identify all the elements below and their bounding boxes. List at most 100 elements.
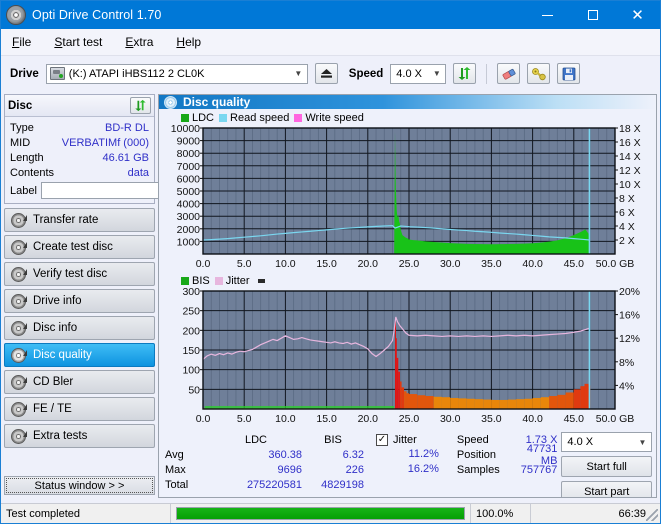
stats-total-bis: 4829198	[302, 479, 364, 491]
eject-button[interactable]	[315, 63, 338, 84]
stats-label-total: Total	[165, 479, 210, 491]
jitter-avg-value: 11.2%	[376, 447, 451, 462]
disc-type-value: BD-R DL	[105, 122, 149, 134]
disc-refresh-button[interactable]	[130, 97, 151, 114]
start-part-button[interactable]: Start part	[561, 481, 652, 498]
sidebar-item-label: Extra tests	[33, 430, 87, 442]
menu-start-test[interactable]: Start test	[52, 33, 104, 51]
disc-panel-header: Disc	[5, 95, 154, 117]
samples-label: Samples	[457, 464, 510, 476]
sidebar: Disc Type BD-R DL MID V	[1, 91, 158, 498]
check-icon: ✓	[378, 435, 386, 445]
sidebar-item-label: Verify test disc	[33, 268, 107, 280]
svg-text:7000: 7000	[177, 161, 201, 173]
sidebar-item-label: Transfer rate	[33, 214, 98, 226]
keys-icon	[531, 67, 547, 81]
stats-table: LDC BIS Avg 360.38 6.32 Max 9696 226 T	[165, 432, 364, 492]
sidebar-item-create-test-disc[interactable]: Create test disc	[4, 235, 155, 259]
svg-text:5000: 5000	[177, 186, 201, 198]
eraser-icon	[501, 67, 517, 81]
svg-text:30.0: 30.0	[440, 258, 461, 270]
svg-text:2 X: 2 X	[619, 235, 635, 247]
toolbar-divider	[486, 64, 487, 84]
menu-help-text: elp	[185, 35, 201, 49]
sidebar-spacer	[4, 448, 155, 472]
status-window-button[interactable]: Status window > >	[4, 476, 155, 495]
jitter-column: ✓ Jitter 11.2% 16.2%	[376, 432, 451, 477]
menu-help[interactable]: Help	[174, 33, 203, 51]
svg-text:0.0: 0.0	[196, 258, 211, 270]
sidebar-item-drive-info[interactable]: Drive info	[4, 289, 155, 313]
position-label: Position	[457, 449, 510, 461]
bis-chart-wrap: BIS Jitter 3002502001501005020%16%12%8%4…	[159, 272, 656, 427]
statistics-panel: LDC BIS Avg 360.38 6.32 Max 9696 226 T	[159, 427, 656, 498]
sidebar-item-fe-te[interactable]: FE / TE	[4, 397, 155, 421]
legend-write-speed: Write speed	[294, 112, 364, 124]
elapsed-time: 66:39	[531, 504, 660, 524]
drive-select[interactable]: (K:) ATAPI iHBS112 2 CL0K ▼	[46, 64, 308, 84]
menu-file[interactable]: FFileile	[10, 33, 33, 51]
ldc-chart[interactable]: 1000090008000700060005000400030002000100…	[159, 124, 655, 272]
disc-length-value: 46.61 GB	[103, 152, 149, 164]
application-window: Opti Drive Control 1.70 ✕ FFileile Start…	[0, 0, 661, 524]
svg-text:9000: 9000	[177, 136, 201, 148]
keys-button[interactable]	[527, 63, 550, 84]
speed-select[interactable]: 4.0 X ▼	[390, 64, 446, 84]
toolbar: Drive (K:) ATAPI iHBS112 2 CL0K ▼ Speed …	[1, 56, 660, 91]
resize-grip[interactable]	[646, 509, 658, 521]
erase-button[interactable]	[497, 63, 520, 84]
jitter-checkbox[interactable]: ✓	[376, 434, 388, 446]
sidebar-item-disc-info[interactable]: Disc info	[4, 316, 155, 340]
jitter-max-value: 16.2%	[376, 462, 451, 477]
sidebar-item-disc-quality[interactable]: Disc quality	[4, 343, 155, 367]
svg-text:150: 150	[182, 345, 200, 357]
menu-start-test-text: tart test	[62, 35, 102, 49]
drive-select-value: (K:) ATAPI iHBS112 2 CL0K	[69, 68, 205, 80]
chevron-down-icon: ▼	[290, 65, 307, 83]
svg-text:10000: 10000	[171, 124, 200, 135]
start-full-button[interactable]: Start full	[561, 456, 652, 477]
legend-label-read-speed: Read speed	[230, 112, 289, 124]
stats-max-bis: 226	[302, 464, 364, 476]
menu-bar: FFileile Start test Extra Help	[1, 29, 660, 56]
minimize-button[interactable]	[525, 1, 570, 29]
maximize-button[interactable]	[570, 1, 615, 29]
legend-swatch-jitter	[215, 277, 223, 285]
svg-text:4000: 4000	[177, 199, 201, 211]
bis-chart-legend: BIS Jitter	[159, 274, 656, 287]
svg-text:12%: 12%	[619, 333, 640, 345]
svg-text:14 X: 14 X	[619, 151, 641, 163]
samples-row: Samples 757767	[457, 462, 562, 477]
refresh-icon	[134, 99, 147, 112]
legend-bis: BIS	[181, 275, 210, 287]
svg-text:25.0: 25.0	[399, 258, 420, 270]
bis-jitter-chart[interactable]: 3002502001501005020%16%12%8%4%0.05.010.0…	[159, 287, 655, 427]
svg-text:8 X: 8 X	[619, 193, 635, 205]
minimize-icon	[542, 15, 553, 16]
sidebar-item-extra-tests[interactable]: Extra tests	[4, 424, 155, 448]
drive-label: Drive	[10, 68, 39, 80]
stats-row-avg: Avg 360.38 6.32	[165, 447, 364, 462]
svg-text:12 X: 12 X	[619, 165, 641, 177]
close-button[interactable]: ✕	[615, 1, 660, 29]
test-speed-select[interactable]: 4.0 X ▼	[561, 432, 652, 452]
progress-cell	[171, 504, 471, 524]
refresh-button[interactable]	[453, 63, 476, 84]
close-icon: ✕	[631, 8, 644, 23]
menu-file-text: ile	[19, 35, 31, 49]
svg-text:0.0: 0.0	[196, 413, 211, 425]
ldc-chart-legend: LDC Read speed Write speed	[159, 111, 656, 124]
disc-icon	[11, 321, 26, 336]
save-button[interactable]	[557, 63, 580, 84]
svg-text:45.0: 45.0	[564, 258, 585, 270]
content-panel: Disc quality LDC Read speed Write speed	[158, 94, 657, 498]
stats-total-ldc: 275220581	[210, 479, 302, 491]
sidebar-item-verify-test-disc[interactable]: Verify test disc	[4, 262, 155, 286]
menu-extra[interactable]: Extra	[123, 33, 155, 51]
sidebar-item-cd-bler[interactable]: CD Bler	[4, 370, 155, 394]
legend-ldc: LDC	[181, 112, 214, 124]
disc-info-rows: Type BD-R DL MID VERBATIMf (000) Length …	[5, 117, 154, 203]
samples-value: 757767	[510, 464, 562, 476]
sidebar-item-transfer-rate[interactable]: Transfer rate	[4, 208, 155, 232]
stats-header-bis: BIS	[302, 434, 364, 446]
